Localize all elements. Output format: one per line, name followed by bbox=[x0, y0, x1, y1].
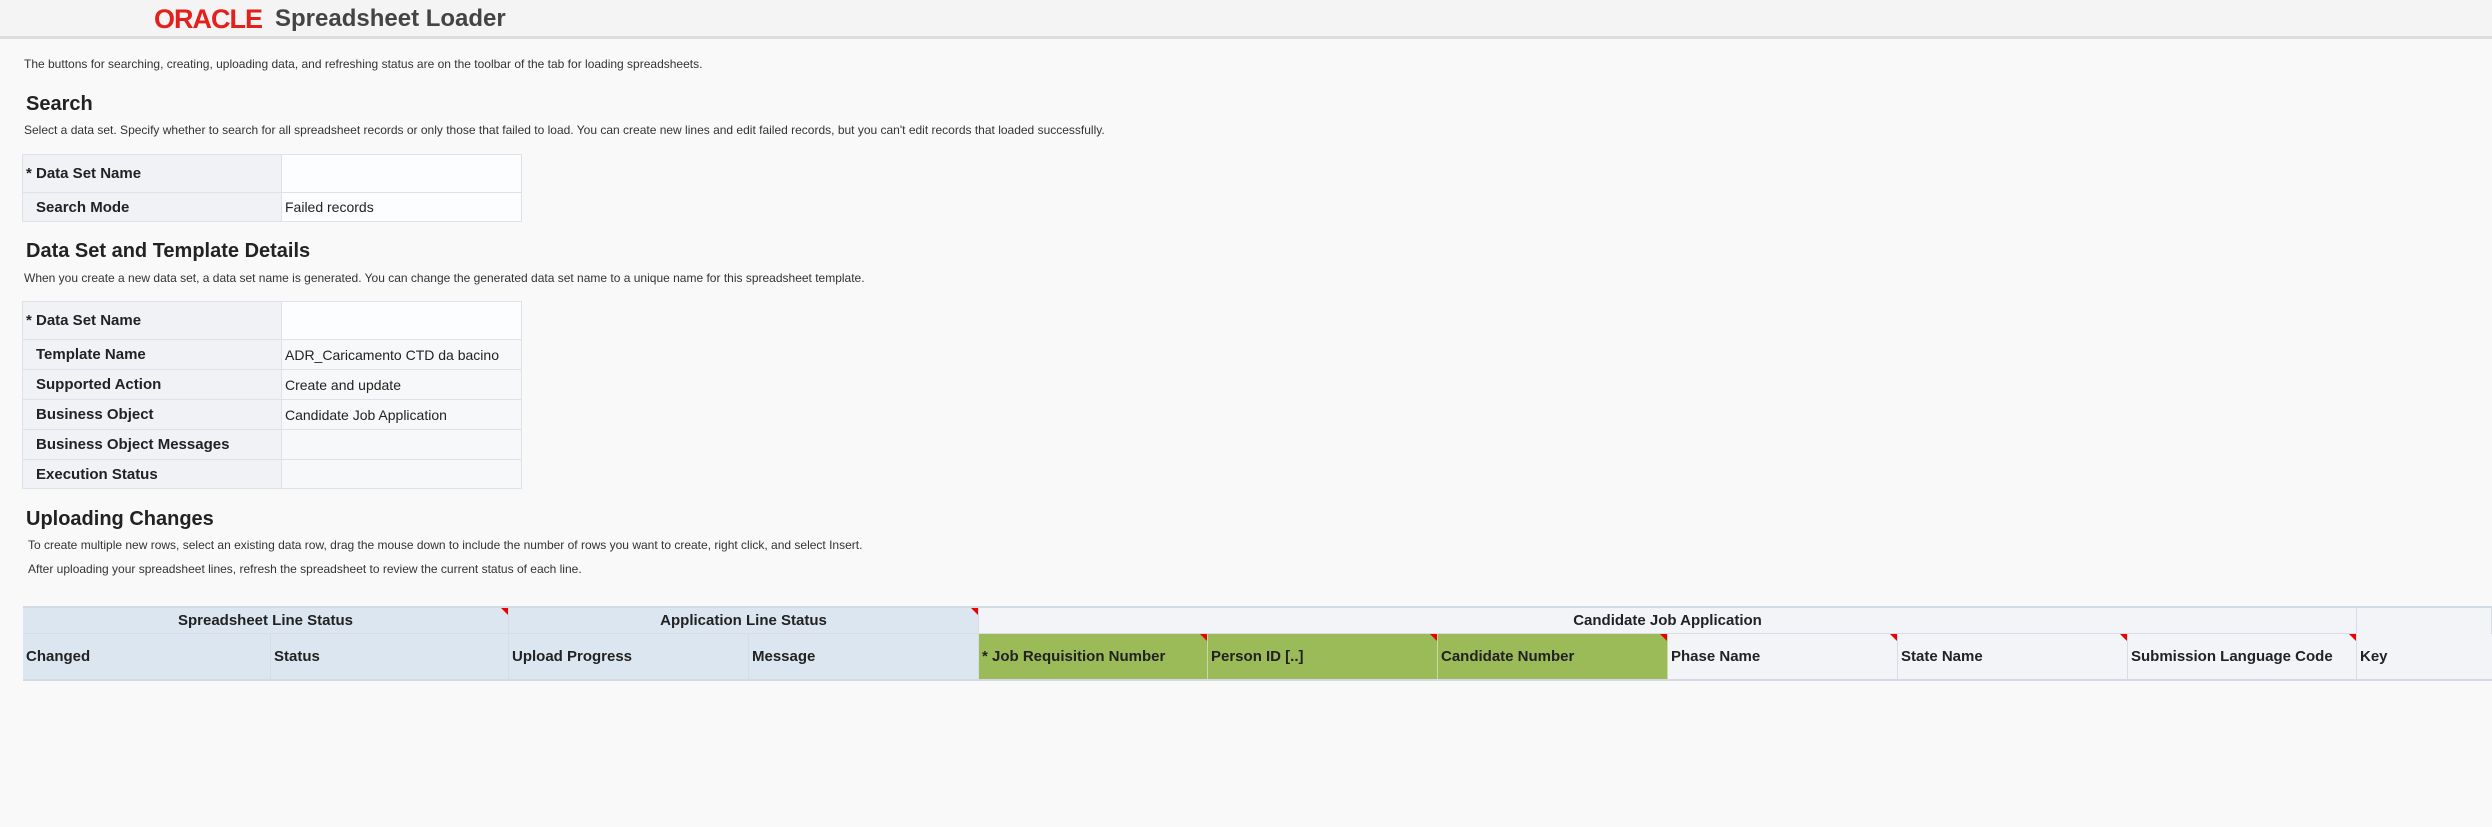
column-submission-language-code[interactable]: Submission Language Code bbox=[2128, 634, 2357, 679]
data-set-name-input[interactable] bbox=[281, 154, 522, 193]
template-name-value: ADR_Caricamento CTD da bacino bbox=[281, 339, 522, 370]
uploading-heading: Uploading Changes bbox=[26, 508, 214, 530]
data-set-name-label: * Data Set Name bbox=[22, 154, 282, 193]
comment-marker-icon bbox=[2120, 634, 2127, 641]
column-candidate-number[interactable]: Candidate Number bbox=[1438, 634, 1668, 679]
column-label: Phase Name bbox=[1671, 648, 1761, 665]
search-mode-label: Search Mode bbox=[22, 192, 282, 222]
comment-marker-icon bbox=[1890, 634, 1897, 641]
comment-marker-icon bbox=[1660, 634, 1667, 641]
column-label: State Name bbox=[1901, 648, 1983, 665]
business-object-value: Candidate Job Application bbox=[281, 399, 522, 430]
column-changed[interactable]: Changed bbox=[23, 634, 271, 679]
business-object-messages-label: Business Object Messages bbox=[22, 429, 282, 460]
business-object-messages-value bbox=[281, 429, 522, 460]
spreadsheet-grid: Spreadsheet Line Status Application Line… bbox=[23, 606, 2492, 681]
group-candidate-job-application: Candidate Job Application bbox=[979, 608, 2357, 634]
search-description: Select a data set. Specify whether to se… bbox=[24, 123, 1105, 137]
group-application-line-status: Application Line Status bbox=[509, 608, 979, 634]
column-job-requisition-number[interactable]: * Job Requisition Number bbox=[979, 634, 1208, 679]
details-heading: Data Set and Template Details bbox=[26, 240, 311, 262]
column-key[interactable]: Key bbox=[2357, 634, 2492, 679]
details-form: * Data Set Name Template Name ADR_Caricam… bbox=[22, 301, 522, 489]
comment-marker-icon bbox=[1200, 634, 1207, 641]
column-message[interactable]: Message bbox=[749, 634, 979, 679]
column-person-id[interactable]: Person ID [..] bbox=[1208, 634, 1438, 679]
supported-action-value: Create and update bbox=[281, 369, 522, 400]
column-label: Person ID [..] bbox=[1211, 648, 1304, 665]
details-description: When you create a new data set, a data s… bbox=[24, 271, 865, 285]
app-header: ORACLE Spreadsheet Loader bbox=[0, 0, 2492, 39]
search-form: * Data Set Name Search Mode Failed record… bbox=[22, 154, 522, 222]
group-spreadsheet-line-status: Spreadsheet Line Status bbox=[23, 608, 509, 634]
column-label: Submission Language Code bbox=[2131, 648, 2333, 665]
group-label: Candidate Job Application bbox=[1573, 612, 1762, 629]
comment-marker-icon bbox=[971, 608, 978, 615]
uploading-instruction-2: After uploading your spreadsheet lines, … bbox=[28, 562, 582, 576]
template-name-label: Template Name bbox=[22, 339, 282, 370]
oracle-logo: ORACLE bbox=[154, 4, 263, 34]
search-mode-select[interactable]: Failed records bbox=[281, 192, 522, 222]
uploading-instruction-1: To create multiple new rows, select an e… bbox=[28, 538, 863, 552]
business-object-label: Business Object bbox=[22, 399, 282, 430]
column-state-name[interactable]: State Name bbox=[1898, 634, 2128, 679]
column-phase-name[interactable]: Phase Name bbox=[1668, 634, 1898, 679]
details-data-set-name-input[interactable] bbox=[281, 301, 522, 340]
execution-status-value bbox=[281, 459, 522, 489]
column-label: Candidate Number bbox=[1441, 648, 1575, 665]
intro-text: The buttons for searching, creating, upl… bbox=[24, 57, 703, 71]
app-title: Spreadsheet Loader bbox=[275, 5, 506, 32]
comment-marker-icon bbox=[501, 608, 508, 615]
comment-marker-icon bbox=[1430, 634, 1437, 641]
execution-status-label: Execution Status bbox=[22, 459, 282, 489]
supported-action-label: Supported Action bbox=[22, 369, 282, 400]
group-label: Spreadsheet Line Status bbox=[177, 612, 354, 629]
details-data-set-name-label: * Data Set Name bbox=[22, 301, 282, 340]
column-upload-progress[interactable]: Upload Progress bbox=[509, 634, 749, 679]
search-heading: Search bbox=[26, 93, 93, 115]
comment-marker-icon bbox=[2349, 634, 2356, 641]
column-label: * Job Requisition Number bbox=[982, 648, 1166, 665]
column-status[interactable]: Status bbox=[271, 634, 509, 679]
group-label: Application Line Status bbox=[660, 612, 827, 629]
